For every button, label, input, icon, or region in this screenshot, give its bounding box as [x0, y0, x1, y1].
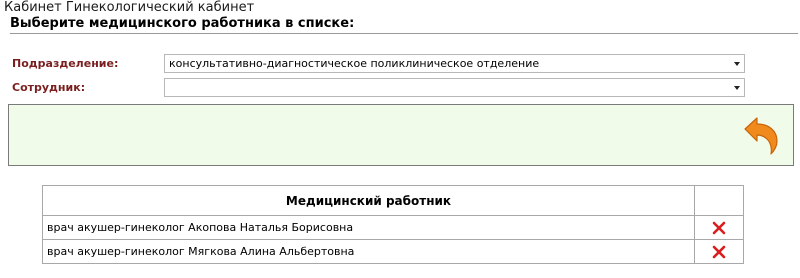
- info-panel: [8, 104, 794, 166]
- employee-name-cell: врач акушер-гинеколог Мягкова Алина Альб…: [42, 239, 695, 264]
- table-header-row: Медицинский работник: [42, 185, 744, 216]
- column-header-actions: [694, 185, 744, 216]
- table-row[interactable]: врач акушер-гинеколог Мягкова Алина Альб…: [42, 239, 744, 264]
- chevron-down-icon: [734, 62, 740, 66]
- employee-name-cell: врач акушер-гинеколог Акопова Наталья Бо…: [42, 215, 695, 240]
- actions-cell: [694, 215, 744, 240]
- delete-icon[interactable]: [711, 244, 727, 260]
- chevron-down-icon: [734, 86, 740, 90]
- department-select[interactable]: консультативно-диагностическое поликлини…: [164, 54, 745, 73]
- employee-table: Медицинский работник врач акушер-гинекол…: [42, 185, 744, 264]
- section-title: Выберите медицинского работника в списке…: [10, 16, 798, 34]
- back-button[interactable]: [739, 117, 781, 155]
- department-select-value: консультативно-диагностическое поликлини…: [169, 57, 540, 70]
- employee-select[interactable]: [164, 78, 745, 97]
- delete-icon[interactable]: [711, 220, 727, 236]
- undo-arrow-icon: [744, 117, 778, 155]
- table-row[interactable]: врач акушер-гинеколог Акопова Наталья Бо…: [42, 215, 744, 240]
- window-title: Кабинет Гинекологический кабинет: [4, 0, 255, 15]
- actions-cell: [694, 239, 744, 264]
- department-label: Подразделение:: [12, 57, 119, 70]
- column-header-employee: Медицинский работник: [42, 185, 695, 216]
- employee-label: Сотрудник:: [12, 81, 86, 94]
